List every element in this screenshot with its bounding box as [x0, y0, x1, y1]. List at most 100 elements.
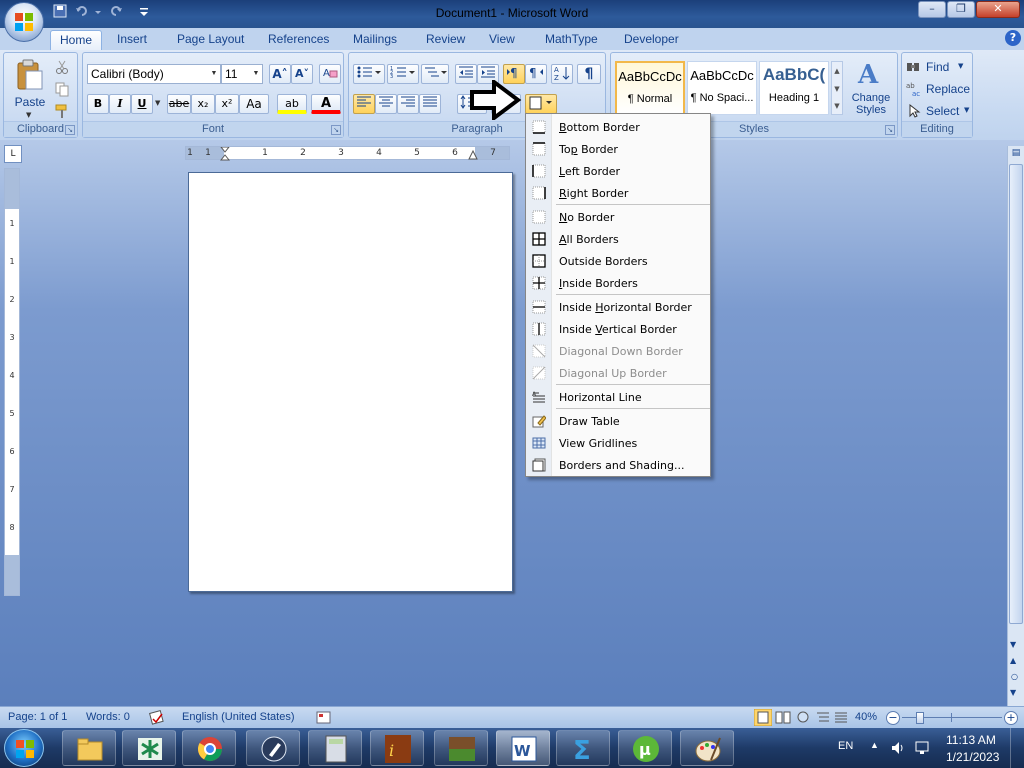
- tab-mathtype[interactable]: MathType: [536, 30, 607, 50]
- taskbar-mathtype[interactable]: Σ: [556, 730, 610, 766]
- show-desktop-button[interactable]: [1010, 728, 1024, 768]
- bold-button[interactable]: B: [87, 94, 109, 114]
- align-right-button[interactable]: [397, 94, 419, 114]
- next-page-icon[interactable]: ▼: [1010, 688, 1016, 697]
- horizontal-ruler[interactable]: 1 1 1 2 3 4 5 6 7: [185, 146, 510, 161]
- taskbar-inpage[interactable]: i: [370, 730, 424, 766]
- menu-item-draw-table[interactable]: Draw Table: [526, 410, 710, 432]
- draft-view-icon[interactable]: [832, 709, 850, 726]
- menu-item-all-borders[interactable]: All Borders: [526, 228, 710, 250]
- style-heading-1[interactable]: AaBbC( Heading 1: [759, 61, 829, 115]
- strikethrough-button[interactable]: abe: [167, 94, 191, 114]
- document-page[interactable]: [188, 172, 513, 592]
- align-center-button[interactable]: [375, 94, 397, 114]
- menu-item-borders-and-shading[interactable]: Borders and Shading...: [526, 454, 710, 476]
- volume-icon[interactable]: [890, 740, 906, 756]
- office-button[interactable]: [4, 2, 44, 42]
- shrink-font-button[interactable]: A˅: [291, 64, 313, 84]
- taskbar-paint[interactable]: [680, 730, 734, 766]
- menu-item-horizontal-line[interactable]: A Horizontal Line: [526, 386, 710, 408]
- help-icon[interactable]: ?: [1005, 30, 1021, 46]
- zoom-out-icon[interactable]: −: [886, 711, 900, 725]
- menu-item-inside-vertical-border[interactable]: Inside Vertical Border: [526, 318, 710, 340]
- tab-page-layout[interactable]: Page Layout: [168, 30, 253, 50]
- underline-button[interactable]: U: [131, 94, 153, 114]
- menu-item-outside-borders[interactable]: Outside Borders: [526, 250, 710, 272]
- menu-item-bottom-border[interactable]: Bottom Border: [526, 116, 710, 138]
- full-screen-reading-icon[interactable]: [774, 709, 792, 726]
- font-size-dropdown-icon[interactable]: ▼: [250, 65, 262, 83]
- taskbar-app-green[interactable]: [122, 730, 176, 766]
- borders-button[interactable]: [525, 94, 557, 114]
- language-status[interactable]: English (United States): [182, 711, 295, 723]
- menu-item-no-border[interactable]: No Border: [526, 206, 710, 228]
- undo-dropdown-icon[interactable]: [94, 4, 102, 22]
- grow-font-button[interactable]: A˄: [269, 64, 291, 84]
- taskbar-chrome[interactable]: [182, 730, 236, 766]
- tab-mailings[interactable]: Mailings: [344, 30, 406, 50]
- menu-item-inside-horizontal-border[interactable]: Inside Horizontal Border: [526, 296, 710, 318]
- ruler-toggle-icon[interactable]: ▤: [1009, 148, 1023, 162]
- close-button[interactable]: ✕: [976, 1, 1020, 18]
- save-icon[interactable]: [52, 4, 68, 22]
- proofing-icon[interactable]: [148, 710, 166, 726]
- scrollbar-thumb[interactable]: [1009, 164, 1023, 624]
- select-button[interactable]: Select ▼: [906, 102, 972, 120]
- show-hidden-icons[interactable]: ▲: [870, 740, 879, 750]
- style-no-spacing[interactable]: AaBbCcDc ¶ No Spaci...: [687, 61, 757, 115]
- tab-view[interactable]: View: [480, 30, 524, 50]
- italic-button[interactable]: I: [109, 94, 131, 114]
- font-launcher-icon[interactable]: ↘: [331, 125, 341, 135]
- redo-icon[interactable]: [108, 4, 124, 22]
- zoom-level[interactable]: 40%: [855, 711, 877, 723]
- justify-button[interactable]: [419, 94, 441, 114]
- sort-button[interactable]: AZ: [551, 64, 573, 84]
- taskbar-file-explorer[interactable]: [62, 730, 116, 766]
- cut-icon[interactable]: [54, 59, 72, 77]
- highlight-button[interactable]: ab: [277, 94, 307, 114]
- clock-date[interactable]: 1/21/2023: [946, 750, 999, 764]
- subscript-button[interactable]: x₂: [191, 94, 215, 114]
- copy-icon[interactable]: [54, 81, 72, 99]
- tab-home[interactable]: Home: [50, 30, 103, 50]
- maximize-button[interactable]: ❐: [947, 1, 975, 18]
- web-layout-icon[interactable]: [794, 709, 812, 726]
- format-painter-icon[interactable]: [54, 103, 72, 121]
- menu-item-inside-borders[interactable]: Inside Borders: [526, 272, 710, 294]
- superscript-button[interactable]: x²: [215, 94, 239, 114]
- clear-formatting-button[interactable]: A: [319, 64, 341, 84]
- menu-item-view-gridlines[interactable]: View Gridlines: [526, 432, 710, 454]
- paste-button[interactable]: Paste ▼: [10, 57, 50, 119]
- undo-icon[interactable]: [74, 4, 90, 22]
- zoom-slider-thumb[interactable]: [916, 712, 924, 724]
- taskbar-game[interactable]: [434, 730, 488, 766]
- vertical-scrollbar[interactable]: ▤ ▼ ▲ ○ ▼: [1007, 146, 1024, 706]
- tab-stop-selector[interactable]: L: [4, 145, 22, 163]
- browse-object-icon[interactable]: ○: [1011, 672, 1018, 681]
- tab-developer[interactable]: Developer: [615, 30, 688, 50]
- previous-page-icon[interactable]: ▲: [1010, 656, 1016, 665]
- show-hide-button[interactable]: ¶: [577, 64, 601, 84]
- font-size-combo[interactable]: 11 ▼: [221, 64, 263, 84]
- menu-item-right-border[interactable]: Right Border: [526, 182, 710, 204]
- customize-qat-icon[interactable]: [136, 4, 152, 22]
- input-language[interactable]: EN: [838, 740, 853, 752]
- rtl-button[interactable]: ¶: [525, 64, 547, 84]
- numbering-button[interactable]: 123: [387, 64, 419, 84]
- clock-time[interactable]: 11:13 AM: [946, 733, 996, 747]
- zoom-in-icon[interactable]: +: [1004, 711, 1018, 725]
- replace-button[interactable]: ab ac Replace: [906, 80, 972, 98]
- find-button[interactable]: Find ▼: [906, 58, 972, 76]
- font-family-combo[interactable]: Calibri (Body) ▼: [87, 64, 221, 84]
- taskbar-utorrent[interactable]: µ: [618, 730, 672, 766]
- font-family-dropdown-icon[interactable]: ▼: [208, 65, 220, 83]
- clipboard-launcher-icon[interactable]: ↘: [65, 125, 75, 135]
- menu-item-left-border[interactable]: Left Border: [526, 160, 710, 182]
- change-case-button[interactable]: Aa: [239, 94, 269, 114]
- change-styles-button[interactable]: A Change Styles: [845, 57, 897, 121]
- tab-references[interactable]: References: [259, 30, 338, 50]
- style-normal[interactable]: AaBbCcDc ¶ Normal: [615, 61, 685, 115]
- menu-item-top-border[interactable]: Top Border: [526, 138, 710, 160]
- scroll-down-icon[interactable]: ▼: [1010, 640, 1016, 649]
- network-icon[interactable]: [914, 740, 932, 756]
